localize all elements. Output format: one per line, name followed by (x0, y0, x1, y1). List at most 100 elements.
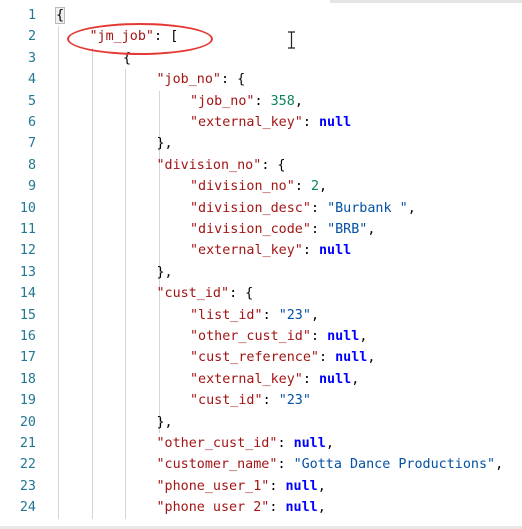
text-cursor-icon (288, 31, 295, 49)
line-number: 16 (19, 329, 36, 344)
code-line[interactable]: "cust_id": "23" (190, 390, 311, 411)
code-line[interactable]: }, (157, 133, 173, 154)
token-key: "other_cust_id" (156, 436, 278, 451)
token-punct: : (310, 329, 328, 344)
token-punct: : { (229, 286, 254, 302)
token-kw: null (319, 371, 352, 387)
line-number: 13 (19, 264, 36, 280)
token-str: "Gotta Dance Productions" (293, 457, 496, 473)
line-number: 10 (19, 200, 36, 216)
indent-guide (58, 26, 59, 519)
code-line[interactable]: "job_no": 358, (190, 91, 303, 112)
token-punct: , (367, 222, 376, 237)
line-number-gutter: 1 2 3 4 5 6 7 8 9 10 11 12 13 14 15 16 17 18 19 20 21 22 23 24 (0, 0, 40, 529)
code-line[interactable]: "external_key": null (190, 240, 351, 261)
token-punct: , (367, 350, 376, 366)
token-punct: : (319, 350, 336, 366)
token-punct: : { (221, 72, 246, 88)
line-number: 11 (19, 222, 36, 237)
json-editor[interactable]: 1 2 3 4 5 6 7 8 9 10 11 12 13 14 15 16 17 18 19 20 21 22 23 24 … (0, 0, 522, 529)
code-line[interactable]: "phone_user_1": null, (157, 476, 326, 497)
code-line[interactable]: "other_cust_id": null, (190, 326, 367, 347)
code-line[interactable]: "external_key": null, (190, 369, 359, 390)
token-kw: null (293, 436, 326, 451)
token-punct: : (302, 371, 319, 387)
token-kw: null (285, 478, 318, 494)
line-number: 12 (19, 243, 36, 259)
code-line[interactable]: "division_desc": "Burbank ", (190, 198, 416, 219)
token-punct: , (495, 457, 504, 473)
code-line[interactable]: "division_code": "BRB", (190, 219, 375, 240)
token-key: "division_desc" (190, 200, 311, 216)
token-str: "BRB" (327, 222, 368, 237)
code-line[interactable]: "division_no": { (157, 155, 286, 176)
token-punct: }, (156, 264, 173, 280)
token-punct: , (310, 307, 319, 323)
code-line[interactable]: }, (157, 412, 173, 433)
token-punct: { (54, 7, 66, 24)
token-str: "23" (278, 307, 311, 323)
token-punct: , (351, 371, 360, 387)
token-key: "external_key" (190, 115, 303, 130)
line-number: 4 (27, 72, 36, 88)
code-line[interactable]: "job_no": { (157, 69, 246, 90)
line-number: 17 (19, 350, 36, 366)
token-num: 358 (270, 93, 295, 109)
token-punct: , (325, 436, 334, 451)
token-punct: : (277, 436, 294, 451)
line-number: 14 (19, 286, 36, 302)
token-punct: , (359, 329, 368, 344)
code-line[interactable]: { (54, 5, 66, 26)
token-punct: , (319, 179, 328, 195)
token-kw: null (319, 115, 352, 130)
code-line[interactable]: "division_no": 2, (190, 176, 327, 197)
token-key: "cust_id" (190, 393, 263, 409)
token-punct: }, (156, 136, 173, 152)
token-punct: , (317, 500, 326, 516)
token-punct: : (302, 115, 319, 130)
token-key: "external_key" (190, 243, 303, 259)
code-line[interactable]: "phone user 2": null, (157, 497, 326, 518)
token-punct: , (407, 200, 416, 216)
token-str: "23" (278, 393, 311, 409)
token-key: "division_code" (190, 222, 311, 237)
token-kw: null (335, 350, 368, 366)
token-punct: }, (156, 414, 173, 430)
code-line[interactable]: "list_id": "23", (190, 305, 319, 326)
code-line[interactable]: "external_key": null (190, 112, 351, 133)
code-line[interactable]: "other_cust_id": null, (157, 433, 334, 454)
token-key: "phone user 2" (156, 500, 270, 516)
line-number: 5 (27, 93, 36, 109)
code-line[interactable]: }, (157, 262, 173, 283)
token-punct: : (269, 478, 286, 494)
line-number: 24 (19, 500, 36, 516)
highlight-annotation-oval (67, 23, 213, 55)
token-key: "external_key" (190, 371, 303, 387)
token-punct: : (254, 93, 271, 109)
token-punct: , (317, 478, 326, 494)
token-key: "job_no" (156, 72, 222, 88)
token-key: "cust_id" (156, 286, 230, 302)
token-punct: : (310, 200, 328, 216)
line-number: 8 (27, 157, 36, 173)
token-punct: : (262, 307, 279, 323)
line-number: 9 (27, 179, 36, 195)
code-line[interactable]: "cust_reference": null, (190, 347, 375, 368)
code-line[interactable]: "cust_id": { (157, 283, 254, 304)
token-key: "customer_name" (156, 457, 278, 473)
token-key: "division_no" (156, 157, 262, 173)
token-key: "job_no" (190, 93, 255, 109)
token-key: "cust_reference" (190, 350, 319, 366)
line-number: 1 (27, 8, 36, 23)
line-number: 23 (19, 478, 36, 494)
token-punct: , (294, 93, 303, 109)
token-punct: : (262, 393, 279, 409)
token-kw: null (327, 329, 360, 344)
token-key: "division_no" (190, 179, 295, 195)
token-kw: null (319, 243, 352, 259)
token-punct: : (310, 222, 328, 237)
code-line[interactable]: "customer_name": "Gotta Dance Production… (157, 454, 504, 475)
token-punct: : (277, 457, 294, 473)
code-area[interactable]: {"jm_job": [{"job_no": {"job_no": 358, "e… (54, 0, 522, 529)
token-punct: : { (261, 157, 286, 173)
